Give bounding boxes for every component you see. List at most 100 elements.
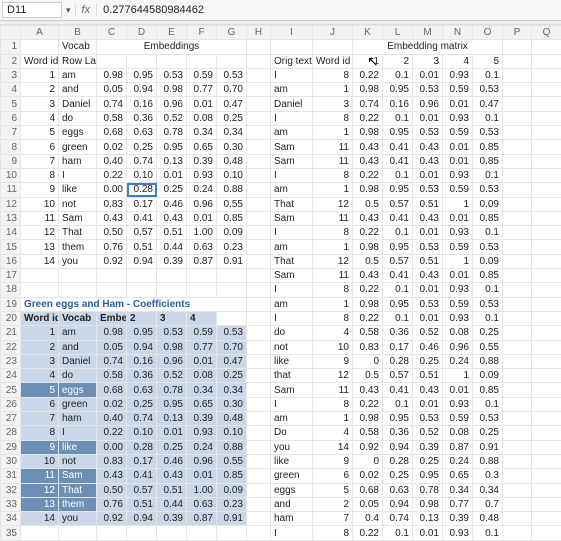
cell[interactable]: 11 <box>313 140 353 154</box>
cell[interactable]: 0.43 <box>353 383 383 397</box>
cell[interactable]: 0.93 <box>443 526 473 540</box>
cell[interactable]: 1.00 <box>187 483 217 497</box>
cell[interactable] <box>21 269 59 283</box>
cell[interactable]: do <box>59 111 97 125</box>
cell[interactable]: 0.87 <box>187 254 217 268</box>
cell[interactable]: 4 <box>313 326 353 340</box>
cell[interactable]: 1 <box>353 54 383 68</box>
cell[interactable]: 9 <box>313 354 353 368</box>
cell[interactable]: 0.39 <box>187 154 217 168</box>
cell[interactable]: 0.85 <box>473 383 503 397</box>
cell[interactable]: 0.13 <box>157 412 187 426</box>
cell[interactable] <box>503 283 532 297</box>
cell[interactable]: Vocab <box>59 40 97 54</box>
row-header[interactable]: 29 <box>1 440 21 454</box>
cell[interactable] <box>532 254 561 268</box>
cell[interactable]: not <box>271 340 313 354</box>
cell[interactable]: 0.92 <box>97 254 127 268</box>
cell[interactable]: 0.74 <box>97 354 127 368</box>
cell[interactable]: 0.95 <box>383 183 413 197</box>
cell[interactable]: 0.08 <box>187 111 217 125</box>
cell[interactable]: 0.98 <box>157 83 187 97</box>
cell[interactable] <box>247 426 271 440</box>
cell[interactable]: 12 <box>313 254 353 268</box>
cell[interactable] <box>532 240 561 254</box>
cell[interactable]: do <box>271 326 313 340</box>
cell[interactable]: 0.43 <box>413 383 443 397</box>
cell[interactable]: 0.94 <box>127 340 157 354</box>
cell[interactable] <box>247 226 271 240</box>
cell[interactable] <box>247 111 271 125</box>
cell[interactable]: 13 <box>21 497 59 511</box>
cell[interactable]: 0.34 <box>217 126 247 140</box>
grid-row[interactable]: 19Green eggs and Ham - Coefficientsam10.… <box>1 297 561 311</box>
cell[interactable]: Sam <box>271 211 313 225</box>
cell[interactable]: 0.5 <box>353 369 383 383</box>
cell[interactable] <box>532 369 561 383</box>
cell[interactable]: 5 <box>21 126 59 140</box>
cell[interactable]: 0.87 <box>443 440 473 454</box>
cell[interactable]: 0.25 <box>217 369 247 383</box>
cell[interactable] <box>247 40 271 54</box>
cell[interactable]: 0.59 <box>187 68 217 82</box>
cell[interactable]: 0.10 <box>127 168 157 182</box>
cell[interactable] <box>503 183 532 197</box>
cell[interactable]: 0.1 <box>473 168 503 182</box>
cell[interactable]: 0.48 <box>217 412 247 426</box>
cell[interactable]: 0.40 <box>97 412 127 426</box>
cell[interactable]: 0.09 <box>473 197 503 211</box>
cell[interactable] <box>247 68 271 82</box>
cell[interactable]: 0.43 <box>157 469 187 483</box>
cell[interactable]: 0.63 <box>127 383 157 397</box>
cell[interactable] <box>247 311 271 325</box>
cell[interactable]: I <box>271 111 313 125</box>
cell[interactable]: 0.1 <box>383 526 413 540</box>
cell[interactable]: 0.23 <box>217 497 247 511</box>
col-header[interactable]: N <box>443 26 473 40</box>
cell[interactable] <box>247 83 271 97</box>
grid-row[interactable]: 255eggs0.680.630.780.340.34Sam110.430.41… <box>1 383 561 397</box>
cell[interactable] <box>532 140 561 154</box>
cell[interactable]: 12 <box>21 226 59 240</box>
cell[interactable]: 0.95 <box>127 326 157 340</box>
cell[interactable]: 0.95 <box>413 469 443 483</box>
cell[interactable]: 0.94 <box>127 254 157 268</box>
cell[interactable]: 0.34 <box>217 383 247 397</box>
cell[interactable]: do <box>59 369 97 383</box>
cell[interactable]: 0.58 <box>353 426 383 440</box>
cell[interactable]: 0.98 <box>353 183 383 197</box>
cell[interactable]: 1 <box>443 254 473 268</box>
cell[interactable]: 0.98 <box>413 497 443 511</box>
row-header[interactable]: 8 <box>1 140 21 154</box>
cell[interactable]: 0.98 <box>157 340 187 354</box>
cell[interactable]: 0.93 <box>443 68 473 82</box>
cell[interactable] <box>247 154 271 168</box>
cell[interactable]: 0.51 <box>157 226 187 240</box>
cell[interactable]: 0.53 <box>413 183 443 197</box>
cell[interactable] <box>532 454 561 468</box>
cell[interactable] <box>532 397 561 411</box>
cell[interactable]: 0.96 <box>187 197 217 211</box>
row-header[interactable]: 15 <box>1 240 21 254</box>
cell[interactable] <box>532 68 561 82</box>
cell[interactable]: 0.96 <box>443 340 473 354</box>
cell[interactable]: 12 <box>21 483 59 497</box>
cell[interactable]: 0.51 <box>413 369 443 383</box>
cell[interactable]: 7 <box>313 512 353 526</box>
cell[interactable]: 0.63 <box>127 126 157 140</box>
cell[interactable]: 0.74 <box>127 412 157 426</box>
cell[interactable] <box>503 383 532 397</box>
cell[interactable]: 0.53 <box>473 297 503 311</box>
cell[interactable]: That <box>59 483 97 497</box>
cell[interactable] <box>247 126 271 140</box>
cell[interactable]: 0.93 <box>443 226 473 240</box>
cell[interactable]: 0.53 <box>217 326 247 340</box>
cell[interactable]: 0.43 <box>97 211 127 225</box>
cell[interactable]: 11 <box>313 154 353 168</box>
row-header[interactable]: 35 <box>1 526 21 540</box>
cell[interactable]: 0.59 <box>443 183 473 197</box>
cell[interactable]: That <box>59 226 97 240</box>
row-header[interactable]: 18 <box>1 283 21 297</box>
cell[interactable]: 0.95 <box>383 412 413 426</box>
cell[interactable]: 0.43 <box>157 211 187 225</box>
